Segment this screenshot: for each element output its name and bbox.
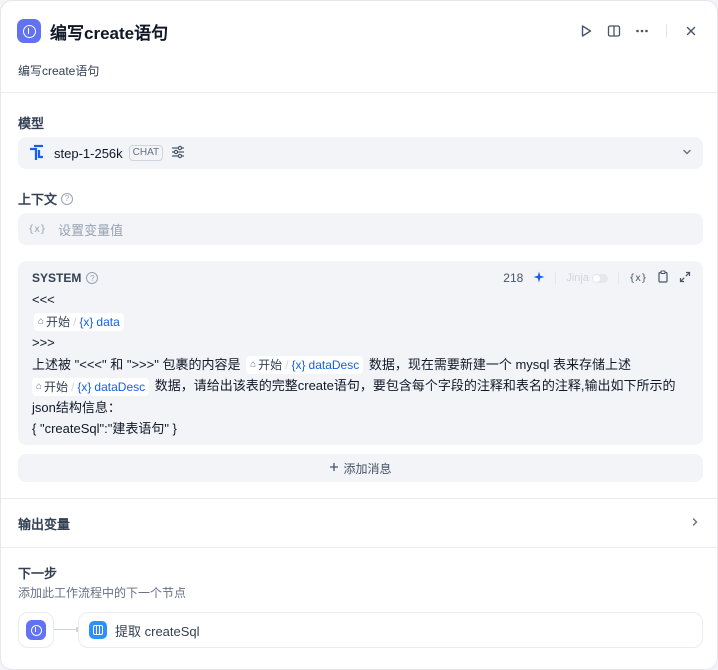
model-logo-icon [28, 144, 46, 162]
divider [1, 92, 717, 93]
model-section-label: 模型 [18, 113, 44, 132]
next-step-description: 添加此工作流程中的下一个节点 [18, 586, 187, 600]
variable-chip[interactable]: ⌂ 开始 / {x} data [34, 313, 124, 332]
model-type-badge: CHAT [128, 145, 164, 161]
prompt-text: 数据，现在需要新建一个 mysql 表来存储上述 [368, 356, 632, 372]
split-view-icon[interactable] [604, 21, 624, 41]
home-icon: ⌂ [38, 316, 45, 328]
model-label-text: 模型 [18, 116, 45, 131]
model-name: step-1-256k [54, 145, 123, 161]
context-label-text: 上下文 [18, 192, 58, 207]
node-panel: 编写create语句 编写create语句 模型 step-1-256k CHA… [0, 0, 718, 670]
sparkle-icon[interactable] [533, 271, 545, 286]
system-prompt-text[interactable]: <<< ⌂ 开始 / {x} data >>> 上述被 "<<<" 和 ">>>… [32, 289, 691, 440]
divider [1, 498, 717, 499]
prompt-line: ⌂ 开始 / {x} dataDesc 数据，请给出该表的完整create语句，… [32, 375, 691, 397]
help-icon[interactable]: ? [86, 272, 99, 284]
system-tools: 218 Jinja {x} [503, 270, 691, 286]
header-divider [666, 24, 667, 38]
panel-title[interactable]: 编写create语句 [50, 19, 168, 44]
variable-icon: {x} [28, 223, 47, 235]
more-icon[interactable] [632, 21, 652, 41]
chip-node-name: 开始 [46, 315, 71, 330]
flow-connector [54, 627, 78, 632]
next-step-title: 下一步 [18, 566, 58, 581]
system-prompt-header: SYSTEM ? 218 Jinja {x} [32, 270, 691, 286]
plus-icon [329, 461, 339, 475]
chip-var-name: data [96, 315, 120, 330]
next-node-item[interactable]: 提取 createSql [78, 612, 703, 648]
divider [1, 547, 717, 548]
chip-var-token: {x} [77, 379, 92, 394]
chip-node-name: 开始 [258, 358, 283, 373]
chip-var-token: {x} [291, 358, 306, 373]
variable-chip[interactable]: ⌂ 开始 / {x} dataDesc [32, 377, 150, 396]
jinja-label: Jinja [566, 272, 589, 284]
prompt-line: { "createSql":"建表语句" } [32, 421, 177, 436]
node-description[interactable]: 编写create语句 [18, 62, 99, 79]
add-message-button[interactable]: 添加消息 [18, 454, 703, 482]
expand-icon[interactable] [679, 271, 691, 286]
prompt-line: ⌂ 开始 / {x} data [32, 311, 691, 333]
extract-node-icon [89, 621, 107, 639]
prompt-text: 数据，请给出该表的完整create语句，要包含每个字段的注释和表名的注释,输出如… [154, 378, 676, 393]
play-icon[interactable] [576, 21, 596, 41]
copy-icon[interactable] [657, 270, 669, 286]
toggle-switch[interactable] [591, 273, 608, 283]
prompt-line: >>> [32, 335, 55, 350]
context-variable-input[interactable]: {x} 设置变量值 [18, 213, 703, 245]
start-node-icon [17, 19, 41, 43]
settings-sliders-icon[interactable] [171, 145, 185, 162]
help-icon[interactable]: ? [61, 192, 74, 205]
system-prompt-editor[interactable]: SYSTEM ? 218 Jinja {x} <<< ⌂ 开始 / {x} da… [18, 261, 703, 445]
chip-var-token: {x} [79, 315, 94, 330]
system-title: SYSTEM [32, 271, 82, 285]
prompt-line: json结构信息： [32, 399, 121, 415]
token-count: 218 [503, 271, 524, 285]
chip-var-name: dataDesc [308, 358, 360, 373]
chip-var-name: dataDesc [94, 379, 146, 394]
prompt-line: <<< [32, 292, 55, 307]
tool-divider [617, 272, 619, 284]
output-label: 输出变量 [18, 516, 71, 532]
chevron-right-icon[interactable] [689, 516, 701, 531]
tool-divider [555, 272, 557, 284]
insert-variable-icon[interactable]: {x} [629, 273, 647, 284]
prompt-line: 上述被 "<<<" 和 ">>>" 包裹的内容是 ⌂ 开始 / {x} data… [32, 354, 691, 376]
panel-header: 编写create语句 [17, 17, 701, 45]
variable-chip[interactable]: ⌂ 开始 / {x} dataDesc [246, 356, 364, 375]
chip-node-name: 开始 [44, 379, 69, 394]
add-message-label: 添加消息 [343, 461, 392, 476]
current-node [18, 612, 54, 648]
context-placeholder: 设置变量值 [58, 222, 124, 238]
home-icon: ⌂ [36, 380, 43, 392]
chevron-down-icon[interactable] [681, 146, 693, 161]
start-node-icon [26, 620, 46, 640]
header-actions [576, 21, 701, 41]
context-section-label: 上下文 ? [18, 189, 74, 208]
output-variables-row[interactable]: 输出变量 [18, 513, 701, 533]
jinja-toggle[interactable]: Jinja [566, 272, 608, 284]
home-icon: ⌂ [250, 359, 257, 371]
close-icon[interactable] [681, 21, 701, 41]
prompt-text: 上述被 "<<<" 和 ">>>" 包裹的内容是 [32, 356, 241, 372]
model-selector[interactable]: step-1-256k CHAT [18, 137, 703, 169]
next-node-label: 提取 createSql [115, 623, 200, 639]
